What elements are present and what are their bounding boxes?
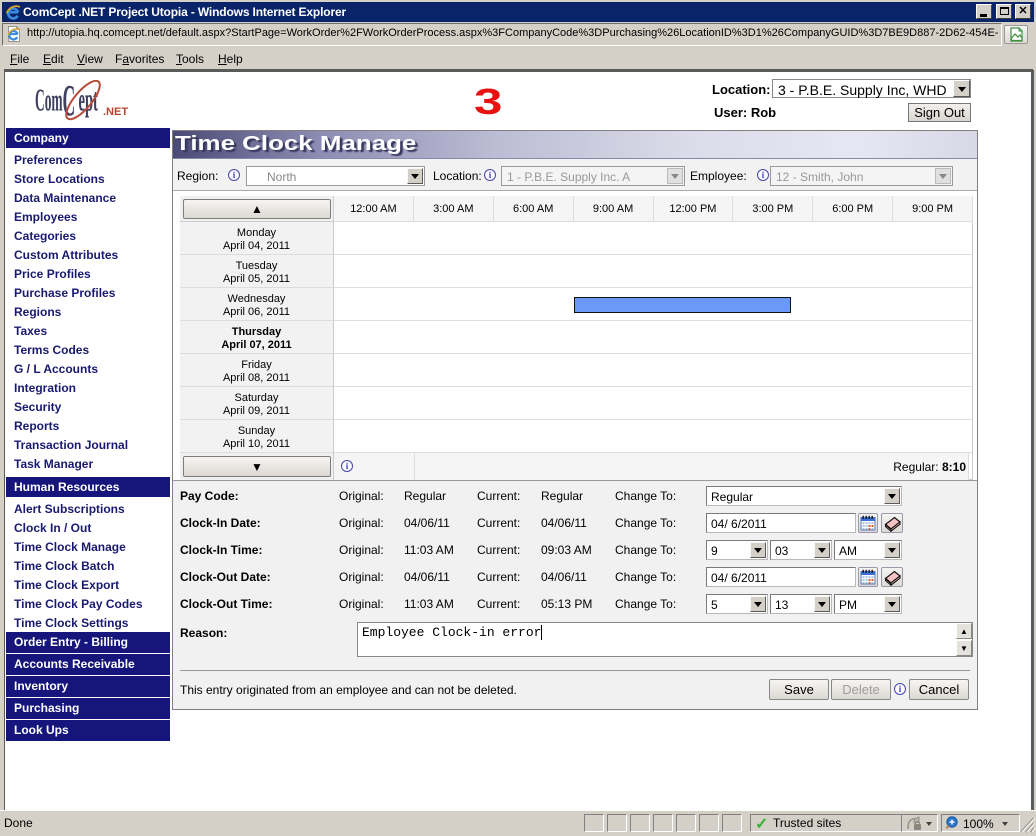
svg-text:Com: Com — [35, 83, 63, 118]
svg-text:.NET: .NET — [103, 106, 128, 118]
